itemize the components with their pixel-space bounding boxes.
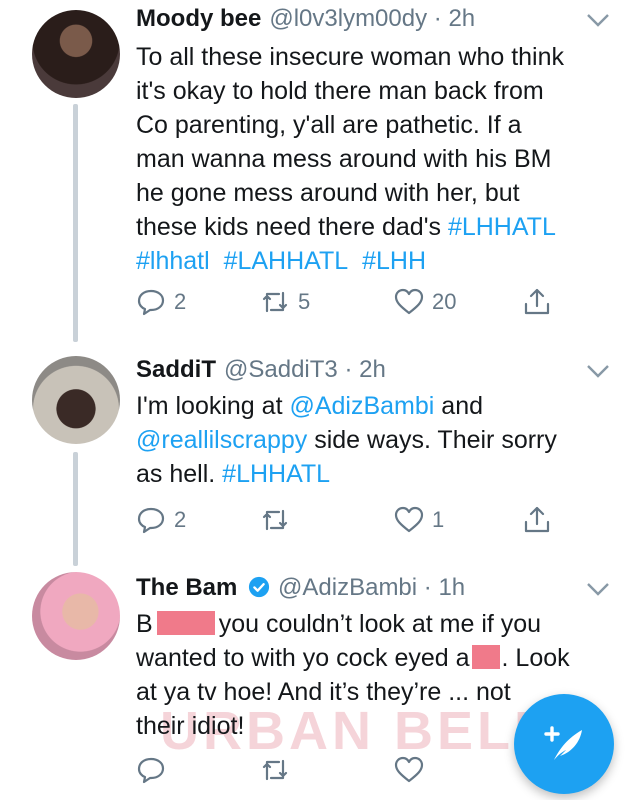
separator-dot: · (344, 356, 353, 383)
tweet-header: SaddiT @SaddiT3 · 2h (136, 355, 386, 385)
reply-icon (137, 507, 165, 534)
text-segment: I'm looking at (136, 392, 290, 420)
retweet-count: 5 (298, 289, 311, 314)
text-line: Co parenting, y'all are pathetic. If a (136, 111, 522, 139)
text-line: it's okay to hold there man back from (136, 77, 544, 105)
reply-icon (137, 757, 165, 784)
retweet-button[interactable] (260, 502, 298, 538)
avatar[interactable] (32, 10, 120, 98)
tweet-actions: 2 5 20 (136, 284, 566, 320)
reply-count: 2 (174, 507, 187, 532)
chevron-down-icon[interactable] (586, 581, 610, 597)
display-name[interactable]: Moody bee (136, 5, 261, 32)
text-segment: side ways. Their sorry (307, 426, 557, 454)
hashtag-link[interactable]: #LAHHATL (224, 247, 349, 275)
hashtag-link[interactable]: #lhhatl (136, 247, 210, 275)
hashtag-link[interactable]: #LHH (362, 247, 426, 275)
text-line: To all these insecure woman who think (136, 43, 565, 71)
like-count: 20 (432, 289, 457, 314)
tweet-actions (136, 752, 566, 788)
text-line: these kids need there dad's #LHHATL (136, 210, 616, 244)
user-handle[interactable]: @l0v3lym00dy (269, 5, 427, 32)
tweet-header: The Bam @AdizBambi · 1h (136, 573, 465, 603)
timestamp[interactable]: 2h (359, 356, 386, 383)
text-line: wanted to with yo cock eyed a . Look (136, 641, 616, 675)
text-line: as hell. #LHHATL (136, 457, 616, 491)
thread-line (73, 104, 78, 342)
share-icon (524, 288, 550, 315)
reply-button[interactable] (136, 752, 166, 788)
share-icon (524, 506, 550, 533)
hashtag-row: #lhhatl #LAHHATL #LHH (136, 244, 616, 278)
text-segment: and (434, 392, 484, 420)
text-segment: . Look (501, 644, 570, 672)
retweet-icon (262, 291, 288, 313)
retweet-button[interactable]: 5 (260, 284, 310, 320)
retweet-icon (262, 759, 288, 781)
text-line: I'm looking at @AdizBambi and (136, 389, 616, 423)
hashtag-link[interactable]: #LHHATL (222, 460, 330, 488)
hashtag-link[interactable]: #LHHATL (448, 213, 556, 241)
tweet-text: I'm looking at @AdizBambi and @reallilsc… (136, 389, 616, 491)
redaction-box (156, 611, 215, 635)
display-name[interactable]: The Bam (136, 574, 237, 601)
thread-line (73, 452, 78, 566)
text-segment: you couldn’t look at me if you (218, 610, 542, 638)
like-button[interactable]: 1 (394, 502, 444, 538)
like-count: 1 (432, 507, 445, 532)
text-line: man wanna mess around with his BM (136, 145, 552, 173)
separator-dot: · (423, 574, 432, 601)
share-button[interactable] (522, 284, 552, 320)
separator-dot: · (433, 5, 442, 32)
compose-tweet-icon (544, 726, 582, 760)
user-handle[interactable]: @SaddiT3 (224, 356, 338, 383)
avatar[interactable] (32, 572, 120, 660)
like-button[interactable] (394, 752, 424, 788)
compose-tweet-button[interactable] (514, 694, 614, 794)
mention-link[interactable]: @AdizBambi (289, 392, 434, 420)
reply-count: 2 (174, 289, 187, 314)
tweet-text: To all these insecure woman who think it… (136, 40, 616, 278)
text-line: Byou couldn’t look at me if you (136, 607, 616, 641)
avatar[interactable] (32, 356, 120, 444)
user-handle[interactable]: @AdizBambi (278, 574, 417, 601)
text-line: these kids need there dad's (136, 213, 448, 241)
mention-link[interactable]: @reallilscrappy (136, 426, 307, 454)
timestamp[interactable]: 2h (448, 5, 475, 32)
like-button[interactable]: 20 (394, 284, 456, 320)
reply-icon (137, 289, 165, 316)
chevron-down-icon[interactable] (586, 363, 610, 379)
tweet-actions: 2 1 (136, 502, 566, 538)
timestamp[interactable]: 1h (438, 574, 465, 601)
like-icon (394, 288, 424, 315)
tweet-header: Moody bee @l0v3lym00dy · 2h (136, 4, 475, 34)
verified-badge-icon (248, 576, 270, 598)
redaction-box (471, 645, 500, 669)
retweet-icon (262, 509, 288, 531)
retweet-button[interactable] (260, 752, 290, 788)
like-icon (394, 756, 424, 783)
text-segment: as hell. (136, 460, 223, 488)
text-line: he gone mess around with her, but (136, 179, 520, 207)
like-icon (394, 506, 424, 533)
text-segment: wanted to with yo cock eyed a (136, 644, 470, 672)
text-line: @reallilscrappy side ways. Their sorry (136, 423, 616, 457)
share-button[interactable] (522, 502, 552, 538)
display-name[interactable]: SaddiT (136, 356, 216, 383)
reply-button[interactable]: 2 (136, 284, 186, 320)
text-segment: B (136, 610, 153, 638)
reply-button[interactable]: 2 (136, 502, 186, 538)
chevron-down-icon[interactable] (586, 12, 610, 28)
